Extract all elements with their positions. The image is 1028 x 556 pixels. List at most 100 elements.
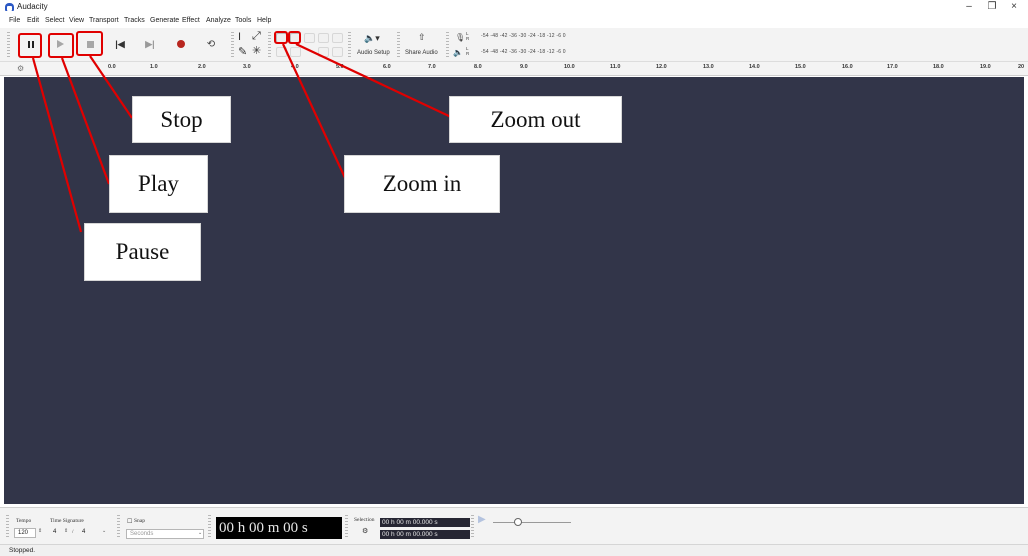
menu-edit[interactable]: Edit	[27, 17, 39, 24]
time-signature-numerator[interactable]: 4	[50, 528, 63, 538]
multi-tool-icon[interactable]: ✳	[252, 44, 261, 57]
audacity-window: Audacity – ❐ × File Edit Select View Tra…	[0, 0, 1028, 556]
trim-button[interactable]	[276, 47, 287, 57]
undo-button[interactable]	[318, 47, 329, 57]
tempo-input[interactable]: 120	[14, 528, 36, 538]
tempo-spinner-icon[interactable]: ⇕	[38, 528, 42, 534]
speaker-icon[interactable]: 🔈▾	[364, 33, 380, 44]
loop-button[interactable]: ⟲	[201, 35, 221, 53]
speed-slider-track[interactable]	[493, 522, 571, 523]
speaker-meter-icon[interactable]: 🔈	[453, 48, 463, 57]
snap-grip[interactable]	[117, 515, 120, 537]
bottom-toolbar: Tempo 120 ⇕ Time Signature 4 ⇕ / 4 ⌄ ☐ S…	[0, 507, 1028, 544]
ruler-label: 6.0	[383, 64, 391, 70]
ruler-label: 18.0	[933, 64, 944, 70]
time-grip[interactable]	[208, 515, 211, 537]
menu-help[interactable]: Help	[257, 17, 271, 24]
menu-analyze[interactable]: Analyze	[206, 17, 231, 24]
zoom-in-callout: Zoom in	[344, 155, 500, 213]
microphone-icon[interactable]: 🎙	[455, 33, 465, 42]
transport-toolbar-grip[interactable]	[7, 32, 10, 58]
snap-checkbox-box[interactable]: ☐	[127, 518, 132, 525]
play-meter-scale[interactable]: -54 -48 -42 -36 -30 -24 -18 -12 -6 0	[481, 49, 566, 55]
audio-setup-label[interactable]: Audio Setup	[357, 50, 390, 56]
menu-bar: File Edit Select View Transport Tracks G…	[0, 14, 1028, 28]
play-meter-channels: LR	[466, 46, 470, 56]
menu-tools[interactable]: Tools	[235, 17, 251, 24]
ruler-label: 15.0	[795, 64, 806, 70]
ruler-label: 7.0	[428, 64, 436, 70]
status-bar: Stopped.	[0, 544, 1028, 556]
record-icon	[177, 40, 185, 48]
title-bar: Audacity – ❐ ×	[0, 0, 1028, 14]
redo-button[interactable]	[332, 47, 343, 57]
selection-label: Selection	[354, 517, 375, 523]
fit-project-button[interactable]	[318, 33, 329, 43]
window-title: Audacity	[17, 2, 48, 11]
zoom-out-highlight	[288, 31, 301, 44]
loop-icon: ⟲	[206, 38, 216, 50]
menu-effect[interactable]: Effect	[182, 17, 200, 24]
share-icon[interactable]: ⇧	[418, 32, 426, 43]
close-button[interactable]: ×	[1007, 1, 1021, 12]
share-audio-label[interactable]: Share Audio	[405, 50, 438, 56]
record-meter-scale[interactable]: -54 -48 -42 -36 -30 -24 -18 -12 -6 0	[481, 33, 566, 39]
envelope-tool-icon[interactable]: ⤢	[252, 30, 261, 43]
zoom-toggle-button[interactable]	[332, 33, 343, 43]
fit-selection-button[interactable]	[304, 33, 315, 43]
skip-end-icon: ▶|	[145, 38, 155, 49]
restore-button[interactable]: ❐	[985, 1, 999, 12]
timeline-settings-icon[interactable]: ⚙	[17, 64, 24, 73]
selection-settings-icon[interactable]: ⚙	[362, 527, 368, 535]
snap-unit-select[interactable]: Seconds	[126, 529, 204, 539]
tools-toolbar-grip[interactable]	[231, 32, 234, 58]
ruler-label: 17.0	[887, 64, 898, 70]
ruler-label: 11.0	[610, 64, 621, 70]
menu-tracks[interactable]: Tracks	[124, 17, 145, 24]
ruler-label: 14.0	[749, 64, 760, 70]
ruler-label: 9.0	[520, 64, 528, 70]
selection-start-time[interactable]: 00 h 00 m 00.000 s	[380, 518, 470, 527]
play-callout: Play	[109, 155, 208, 213]
play-at-speed-icon[interactable]: ▶	[478, 514, 486, 525]
time-signature-slash: /	[72, 529, 74, 535]
selection-tool-icon[interactable]: I	[238, 31, 241, 43]
snap-label: Snap	[134, 518, 145, 524]
menu-generate[interactable]: Generate	[150, 17, 179, 24]
selection-grip[interactable]	[345, 515, 348, 537]
record-meter-channels: LR	[466, 31, 470, 41]
zoom-in-highlight	[274, 31, 288, 44]
skip-to-end-button[interactable]: ▶|	[140, 35, 160, 53]
edit-toolbar-grip[interactable]	[268, 32, 271, 58]
pause-highlight	[18, 33, 42, 58]
numerator-spinner-icon[interactable]: ⇕	[64, 528, 68, 534]
play-highlight	[48, 33, 74, 58]
record-button[interactable]	[171, 35, 191, 53]
ruler-label: 19.0	[980, 64, 991, 70]
silence-button[interactable]	[290, 47, 301, 57]
stop-highlight	[76, 31, 103, 56]
stop-callout: Stop	[132, 96, 231, 143]
audio-setup-grip[interactable]	[348, 32, 351, 58]
menu-select[interactable]: Select	[45, 17, 64, 24]
time-signature-grip[interactable]	[6, 515, 9, 537]
time-signature-denominator[interactable]: 4	[79, 528, 99, 538]
menu-file[interactable]: File	[9, 17, 20, 24]
minimize-button[interactable]: –	[962, 1, 976, 12]
skip-to-start-button[interactable]: |◀	[110, 35, 130, 53]
meter-toolbar-grip[interactable]	[446, 32, 449, 58]
denominator-dropdown-icon[interactable]: ⌄	[102, 528, 106, 534]
ruler-label: 4.0	[291, 64, 299, 70]
time-display[interactable]: 00 h 00 m 00 s	[216, 517, 342, 539]
timeline-ruler[interactable]: ⚙ 0.0 1.0 2.0 3.0 4.0 5.0 6.0 7.0 8.0 9.…	[0, 62, 1028, 76]
menu-transport[interactable]: Transport	[89, 17, 119, 24]
time-signature-label: Time Signature	[50, 518, 84, 524]
speed-slider-thumb[interactable]	[514, 518, 522, 526]
ruler-label: 13.0	[703, 64, 714, 70]
share-audio-grip[interactable]	[397, 32, 400, 58]
snap-dropdown-icon[interactable]: ⌄	[198, 530, 202, 536]
play-at-speed-grip[interactable]	[471, 515, 474, 537]
selection-end-time[interactable]: 00 h 00 m 00.000 s	[380, 530, 470, 539]
menu-view[interactable]: View	[69, 17, 84, 24]
draw-tool-icon[interactable]: ✎	[238, 45, 247, 58]
